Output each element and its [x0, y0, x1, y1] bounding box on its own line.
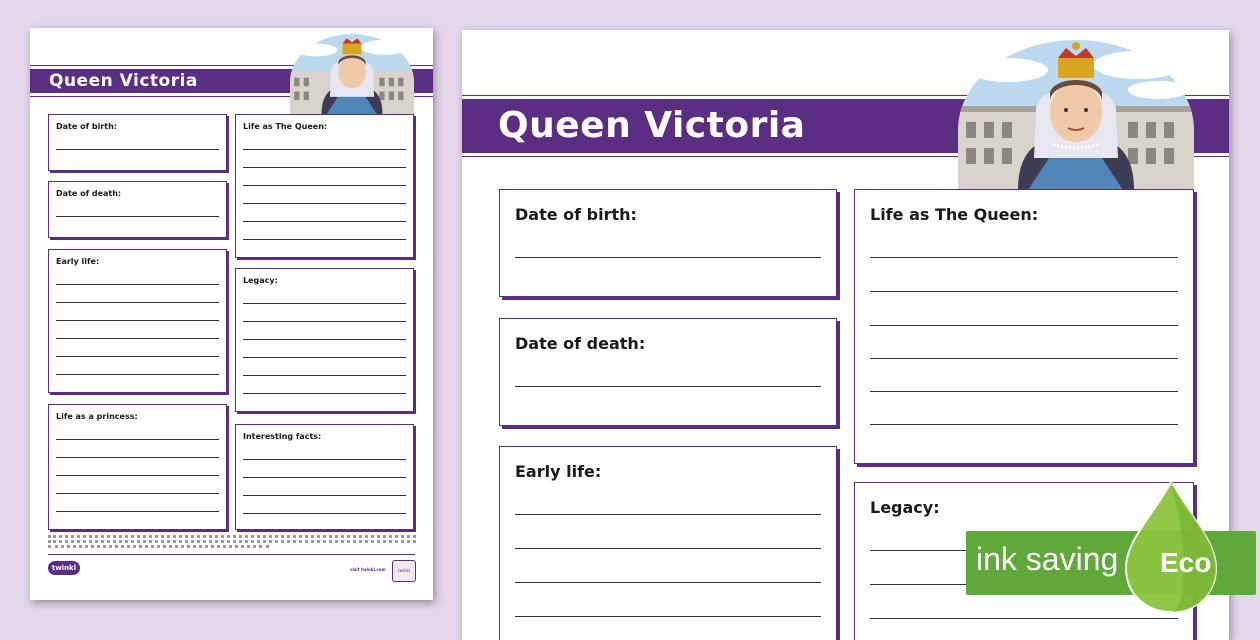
writing-line [56, 320, 219, 321]
writing-line [870, 358, 1178, 359]
visit-link-text: visit twinkl.com [350, 567, 386, 572]
writing-line [56, 493, 219, 494]
writing-line [870, 424, 1178, 425]
footer-divider [48, 554, 415, 555]
writing-line [243, 203, 406, 204]
early-life-label: Early life: [56, 257, 100, 266]
eco-label: Eco [1160, 547, 1212, 578]
legacy-label: Legacy: [243, 276, 278, 285]
life-as-queen-box: Life as The Queen: [235, 114, 414, 258]
writing-line [243, 303, 406, 304]
writing-line [243, 459, 406, 460]
writing-line [515, 257, 821, 258]
writing-line [56, 338, 219, 339]
date-of-birth-label: Date of birth: [515, 205, 637, 224]
twinkl-logo: twinkl [48, 561, 80, 575]
date-of-birth-box: Date of birth: [499, 189, 837, 297]
date-of-birth-label: Date of birth: [56, 122, 117, 131]
writing-line [56, 511, 219, 512]
writing-line [56, 439, 219, 440]
writing-line [243, 221, 406, 222]
life-as-queen-label: Life as The Queen: [870, 205, 1039, 224]
writing-line [870, 391, 1178, 392]
worksheet-thumbnail: Queen Victoria Date of birth: Date of de… [30, 28, 433, 600]
writing-line [243, 339, 406, 340]
early-life-label: Early life: [515, 462, 602, 481]
date-of-death-label: Date of death: [515, 334, 646, 353]
writing-line [515, 616, 821, 617]
interesting-facts-box: Interesting facts: [235, 424, 414, 530]
ink-saving-text: ink saving [976, 541, 1119, 577]
writing-line [870, 257, 1178, 258]
writing-line [243, 149, 406, 150]
writing-line [243, 239, 406, 240]
writing-line [56, 216, 219, 217]
writing-line [56, 302, 219, 303]
worksheet-title: Queen Victoria [49, 71, 198, 91]
legacy-box: Legacy: [235, 268, 414, 412]
life-as-princess-label: Life as a princess: [56, 412, 138, 421]
writing-line [243, 167, 406, 168]
writing-line [56, 457, 219, 458]
writing-line [243, 357, 406, 358]
writing-line [243, 375, 406, 376]
writing-line [243, 477, 406, 478]
writing-line [56, 149, 219, 150]
writing-line [870, 325, 1178, 326]
life-as-princess-box: Life as a princess: [48, 404, 227, 530]
writing-line [243, 495, 406, 496]
life-as-queen-box: Life as The Queen: [854, 189, 1194, 464]
writing-line [515, 514, 821, 515]
life-as-queen-label: Life as The Queen: [243, 122, 328, 131]
writing-line [515, 548, 821, 549]
twinkl-badge: twinkl [392, 560, 416, 582]
date-of-death-label: Date of death: [56, 189, 122, 198]
writing-line [243, 185, 406, 186]
queen-victoria-portrait [290, 34, 414, 114]
date-of-birth-box: Date of birth: [48, 114, 227, 171]
writing-line [515, 386, 821, 387]
writing-line [515, 582, 821, 583]
date-of-death-box: Date of death: [48, 181, 227, 238]
writing-line [56, 284, 219, 285]
writing-line [870, 291, 1178, 292]
queen-victoria-portrait [958, 40, 1194, 190]
writing-line [243, 513, 406, 514]
date-of-death-box: Date of death: [499, 318, 837, 426]
writing-line [56, 356, 219, 357]
writing-line [243, 393, 406, 394]
writing-line [56, 475, 219, 476]
legacy-label: Legacy: [870, 498, 940, 517]
writing-line [56, 374, 219, 375]
disclaimer-text [48, 535, 416, 548]
early-life-box: Early life: [48, 249, 227, 393]
early-life-box: Early life: [499, 446, 837, 640]
interesting-facts-label: Interesting facts: [243, 432, 322, 441]
writing-line [243, 321, 406, 322]
worksheet-title: Queen Victoria [498, 105, 806, 146]
writing-line [870, 618, 1178, 619]
